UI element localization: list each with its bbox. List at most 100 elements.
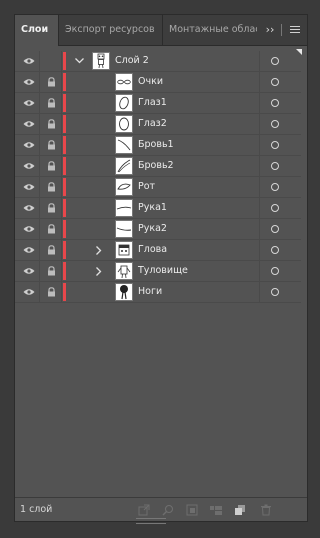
layer-name[interactable]: Рука2 [138,219,167,239]
column-divider [259,261,260,281]
tab-divider [281,24,282,36]
new-layer-icon[interactable] [233,503,247,517]
eye-icon[interactable] [19,156,39,176]
column-divider [259,135,260,155]
layer-thumbnail [115,220,133,238]
lock-icon[interactable] [41,72,61,92]
target-circle-icon[interactable] [265,135,285,155]
lock-icon[interactable] [41,261,61,281]
layer-row[interactable]: Бровь1 [15,135,301,156]
column-divider [39,219,40,239]
export-icon[interactable] [137,503,151,517]
layer-thumbnail [115,241,133,259]
column-divider [61,93,62,113]
eye-icon[interactable] [19,282,39,302]
chevron-down-icon[interactable] [73,51,85,71]
tab-overflow-button[interactable]: ›› [263,15,277,45]
layer-thumbnail [115,136,133,154]
eye-icon[interactable] [19,93,39,113]
column-divider [61,177,62,197]
layer-name[interactable]: Очки [138,72,163,92]
layer-thumbnail [115,157,133,175]
column-divider [39,72,40,92]
layer-row[interactable]: Глаз2 [15,114,301,135]
lock-icon[interactable] [41,198,61,218]
layer-name[interactable]: Слой 2 [115,51,149,71]
layer-row[interactable]: Очки [15,72,301,93]
eye-icon[interactable] [19,261,39,281]
layer-row[interactable]: Ноги [15,282,301,303]
tab-artboards[interactable]: Монтажные области [163,15,257,45]
tab-layers[interactable]: Слои [15,15,59,46]
resize-grip[interactable] [136,518,166,524]
lock-icon[interactable] [41,219,61,239]
lock-icon[interactable] [41,156,61,176]
tab-asset-export[interactable]: Экспорт ресурсов [59,15,163,45]
layer-row[interactable]: Рот [15,177,301,198]
layer-name[interactable]: Ноги [138,282,162,302]
lock-toggle[interactable] [41,51,61,71]
layer-color-bar [63,178,66,196]
layer-name[interactable]: Глаз2 [138,114,167,134]
panel-tabbar: Слои Экспорт ресурсов Монтажные области … [15,15,307,46]
panel-menu-icon[interactable] [285,15,305,45]
lock-icon[interactable] [41,135,61,155]
column-divider [259,282,260,302]
search-icon[interactable] [161,503,175,517]
trash-icon[interactable] [259,503,273,517]
layer-color-bar [63,115,66,133]
layer-color-bar [63,220,66,238]
layer-name[interactable]: Рука1 [138,198,167,218]
target-circle-icon[interactable] [265,156,285,176]
target-circle-icon[interactable] [265,240,285,260]
eye-icon[interactable] [19,135,39,155]
target-circle-icon[interactable] [265,51,285,71]
layer-row[interactable]: Слой 2 [15,51,301,72]
layer-thumbnail [115,73,133,91]
layer-row[interactable]: Рука1 [15,198,301,219]
chevron-right-icon[interactable] [93,261,105,281]
layer-name[interactable]: Бровь1 [138,135,174,155]
column-divider [39,261,40,281]
eye-icon[interactable] [19,240,39,260]
eye-icon[interactable] [19,114,39,134]
layer-name[interactable]: Глаз1 [138,93,167,113]
eye-icon[interactable] [19,219,39,239]
eye-icon[interactable] [19,51,39,71]
lock-icon[interactable] [41,177,61,197]
layer-row[interactable]: Туловище [15,261,301,282]
column-divider [259,219,260,239]
target-circle-icon[interactable] [265,114,285,134]
new-sublayer-icon[interactable] [209,503,223,517]
layer-name[interactable]: Туловище [138,261,188,281]
layer-row[interactable]: Рука2 [15,219,301,240]
target-circle-icon[interactable] [265,261,285,281]
column-divider [61,198,62,218]
column-divider [39,177,40,197]
layer-color-bar [63,94,66,112]
layer-count: 1 слой [20,504,53,515]
target-circle-icon[interactable] [265,93,285,113]
lock-icon[interactable] [41,93,61,113]
lock-icon[interactable] [41,114,61,134]
lock-icon[interactable] [41,240,61,260]
layer-thumbnail [115,283,133,301]
eye-icon[interactable] [19,72,39,92]
target-circle-icon[interactable] [265,282,285,302]
target-circle-icon[interactable] [265,72,285,92]
clipping-mask-icon[interactable] [185,503,199,517]
layer-name[interactable]: Глова [138,240,167,260]
target-circle-icon[interactable] [265,219,285,239]
target-circle-icon[interactable] [265,177,285,197]
layer-row[interactable]: Глова [15,240,301,261]
layer-row[interactable]: Бровь2 [15,156,301,177]
lock-icon[interactable] [41,282,61,302]
target-circle-icon[interactable] [265,198,285,218]
eye-icon[interactable] [19,198,39,218]
layer-name[interactable]: Бровь2 [138,156,174,176]
chevron-right-icon[interactable] [93,240,105,260]
layer-name[interactable]: Рот [138,177,155,197]
column-divider [61,261,62,281]
layer-row[interactable]: Глаз1 [15,93,301,114]
eye-icon[interactable] [19,177,39,197]
